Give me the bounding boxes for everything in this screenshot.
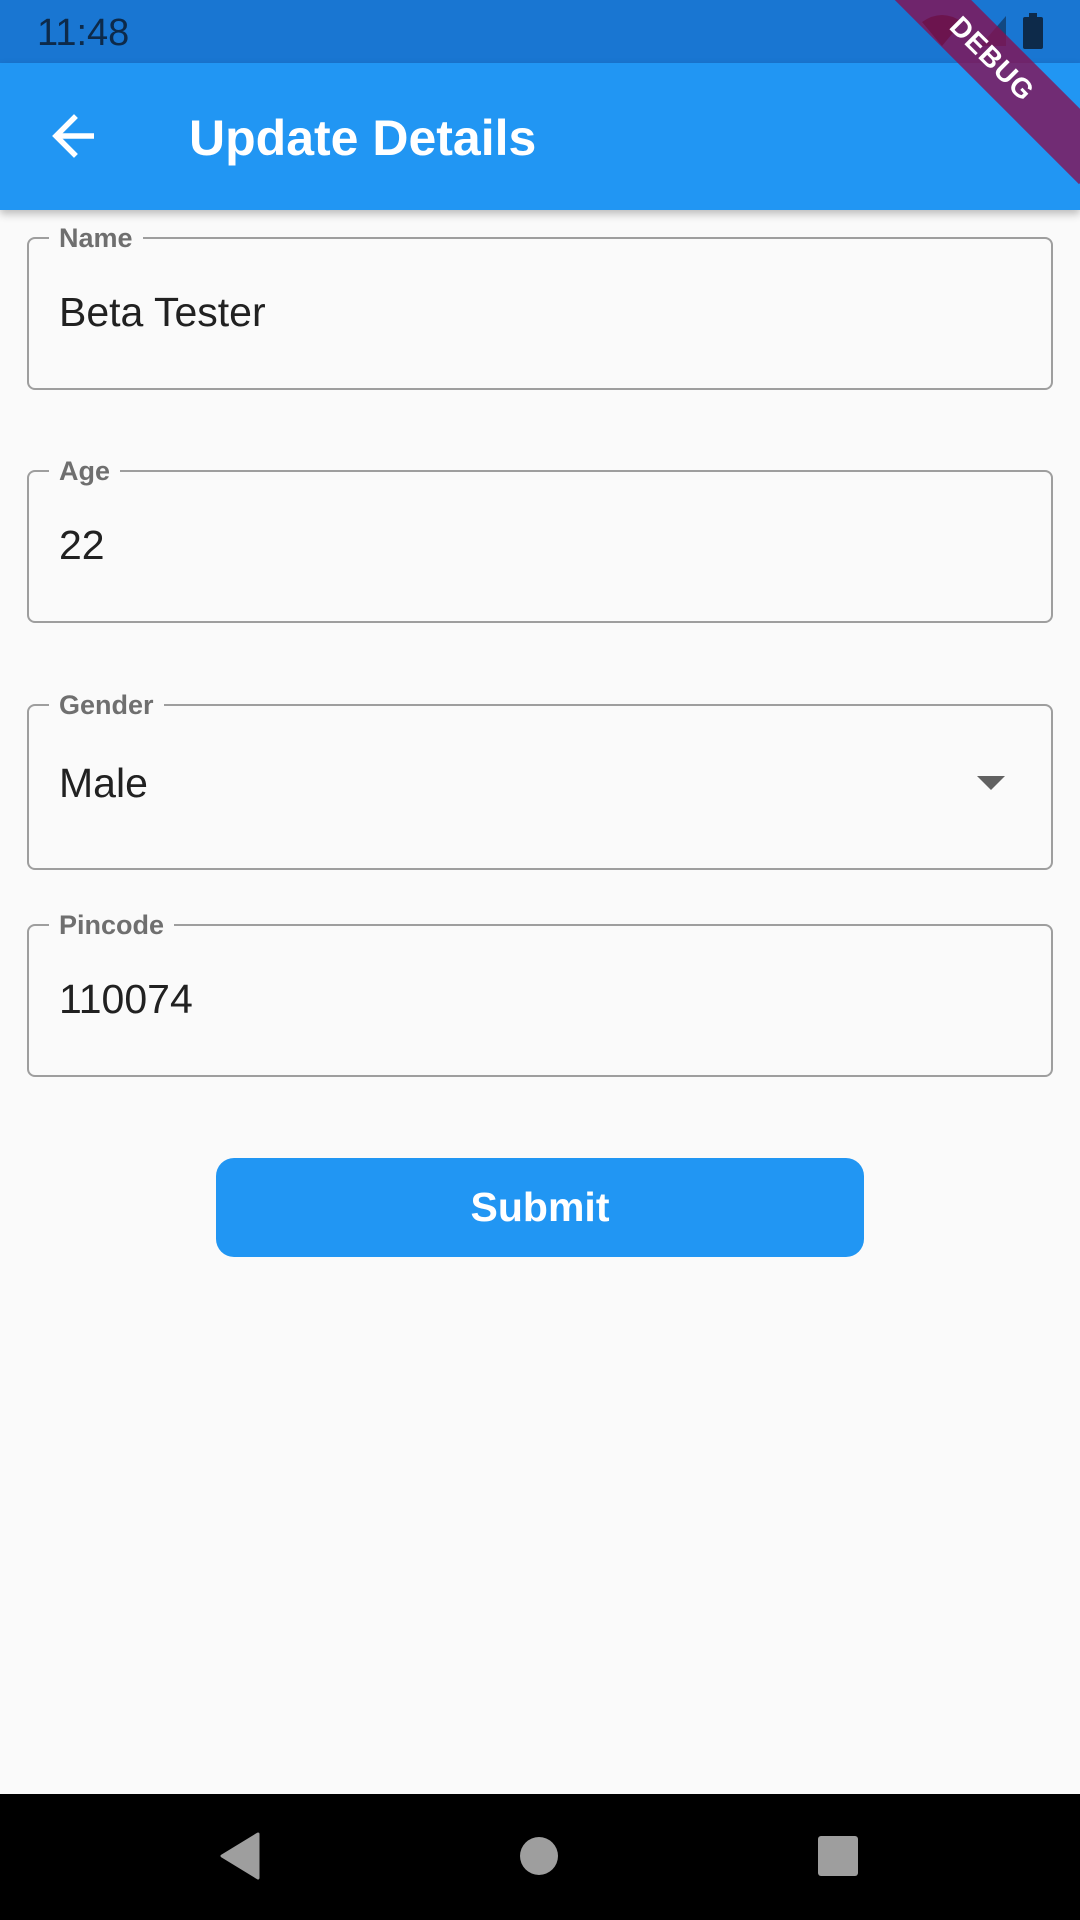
pincode-field[interactable]: Pincode 110074 xyxy=(27,910,1053,1077)
home-circle-icon xyxy=(519,1836,559,1881)
name-label: Name xyxy=(49,223,143,253)
submit-button[interactable]: Submit xyxy=(216,1158,864,1257)
gender-selected-value: Male xyxy=(59,760,148,806)
age-field[interactable]: Age 22 xyxy=(27,456,1053,623)
gender-dropdown[interactable]: Gender Male xyxy=(27,690,1053,870)
nav-recents-button[interactable] xyxy=(808,1828,868,1888)
system-nav-bar xyxy=(0,1794,1080,1920)
nav-home-button[interactable] xyxy=(509,1828,569,1888)
pincode-label: Pincode xyxy=(49,910,175,940)
name-field[interactable]: Name Beta Tester xyxy=(27,223,1053,390)
gender-label: Gender xyxy=(49,690,164,720)
age-input[interactable]: 22 xyxy=(59,522,105,569)
arrow-back-icon xyxy=(50,113,98,163)
app-bar: Update Details xyxy=(0,63,1080,210)
recents-square-icon xyxy=(817,1835,859,1882)
back-button[interactable] xyxy=(32,103,116,173)
page-title: Update Details xyxy=(189,110,537,166)
nav-back-button[interactable] xyxy=(210,1828,270,1888)
age-label: Age xyxy=(49,456,121,486)
status-time: 11:48 xyxy=(37,12,130,54)
pincode-input[interactable]: 110074 xyxy=(59,976,193,1023)
back-triangle-icon xyxy=(218,1832,262,1885)
battery-icon xyxy=(1022,13,1044,49)
dropdown-arrow-icon[interactable] xyxy=(977,776,1005,790)
name-input[interactable]: Beta Tester xyxy=(59,289,266,336)
